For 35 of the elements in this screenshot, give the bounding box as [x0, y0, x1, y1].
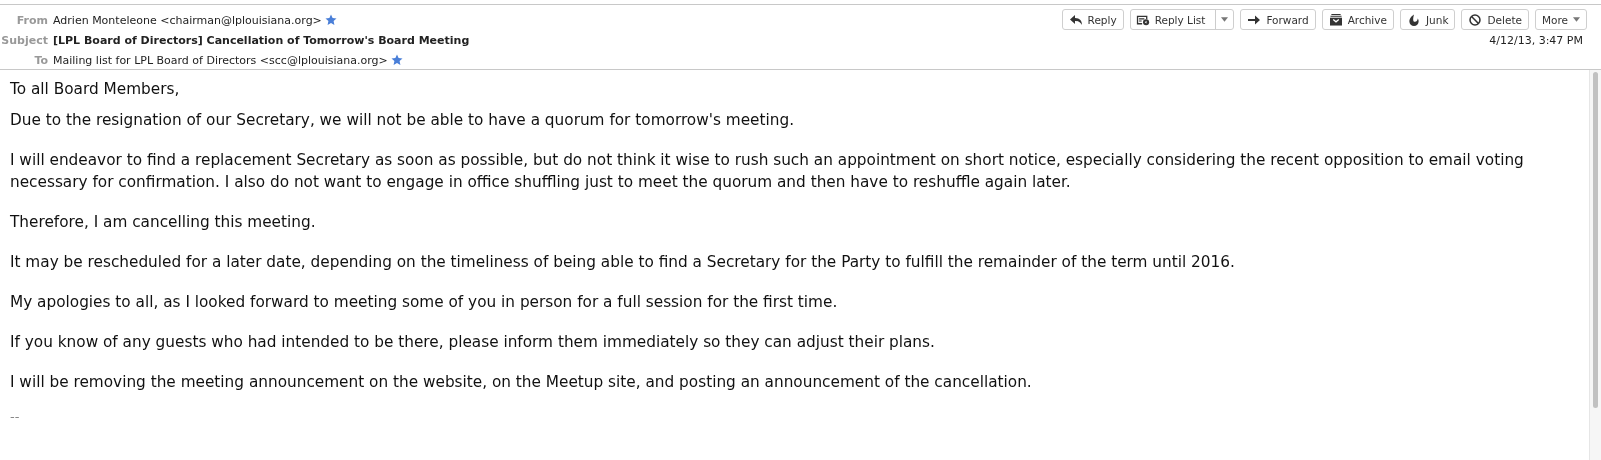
- prohibited-icon: [1468, 13, 1483, 26]
- body-paragraph: If you know of any guests who had intended to be there, please inform them immediately so they can adjust their plans.: [10, 332, 936, 353]
- date-text: 4/12/13, 3:47 PM: [1489, 34, 1583, 47]
- right-arrow-icon: [1247, 13, 1262, 26]
- toolbar-button[interactable]: Junk: [1399, 9, 1456, 30]
- body-paragraph: It may be rescheduled for a later date, depending on the timeliness of being able to find a Secretary for the Party to fulfill the remainder of the term until 2016.: [10, 252, 1236, 273]
- star-icon[interactable]: [324, 14, 337, 26]
- signature-separator: --: [10, 411, 21, 423]
- body-paragraph: I will be removing the meeting announcement on the website, on the Meetup site, and posting an announcement of the cancellation.: [10, 372, 1033, 393]
- reply-list-button[interactable]: Reply List: [1129, 9, 1235, 30]
- toolbar-button[interactable]: Archive: [1321, 9, 1394, 30]
- flame-icon: [1406, 13, 1421, 26]
- body-paragraph: I will endeavor to find a replacement Secretary as soon as possible, but do not think it wise to rush such an appointment on short notice, especially considering the recent opposition to email voting necessary for confirmation. I also do not want to engage in office shuffling just to meet the quorum and then have to reshuffle again later.: [10, 150, 1525, 193]
- body-paragraph: To all Board Members,: [10, 79, 181, 100]
- scrollbar[interactable]: [1589, 70, 1601, 460]
- field-label: Subject: [0, 33, 48, 47]
- address-text: Adrien Monteleone <chairman@lplouisiana.org>: [53, 13, 322, 27]
- subject-text: [LPL Board of Directors] Cancellation of Tomorrow's Board Meeting: [53, 33, 470, 47]
- reply-list-icon: [1135, 13, 1150, 26]
- field-label: From: [15, 13, 48, 27]
- toolbar-button[interactable]: Forward: [1240, 9, 1316, 30]
- caret-icon: [1221, 17, 1229, 22]
- more-menu-button[interactable]: More: [1534, 9, 1587, 30]
- toolbar-button[interactable]: Reply: [1061, 9, 1124, 30]
- scroll-thumb[interactable]: [1593, 72, 1598, 408]
- archive-box-icon: [1328, 13, 1343, 26]
- caret-icon: [1573, 17, 1580, 22]
- field-label: To: [33, 53, 48, 67]
- toolbar-button[interactable]: Delete: [1461, 9, 1529, 30]
- body-paragraph: Due to the resignation of our Secretary, we will not be able to have a quorum for tomorrow's meeting.: [10, 110, 795, 131]
- body-paragraph: My apologies to all, as I looked forward to meeting some of you in person for a full session for the first time.: [10, 292, 839, 313]
- reply-arrow-icon: [1068, 13, 1083, 26]
- address-text: Mailing list for LPL Board of Directors <scc@lplouisiana.org>: [53, 53, 388, 67]
- star-icon[interactable]: [390, 54, 403, 66]
- body-paragraph: Therefore, I am cancelling this meeting.: [10, 212, 317, 233]
